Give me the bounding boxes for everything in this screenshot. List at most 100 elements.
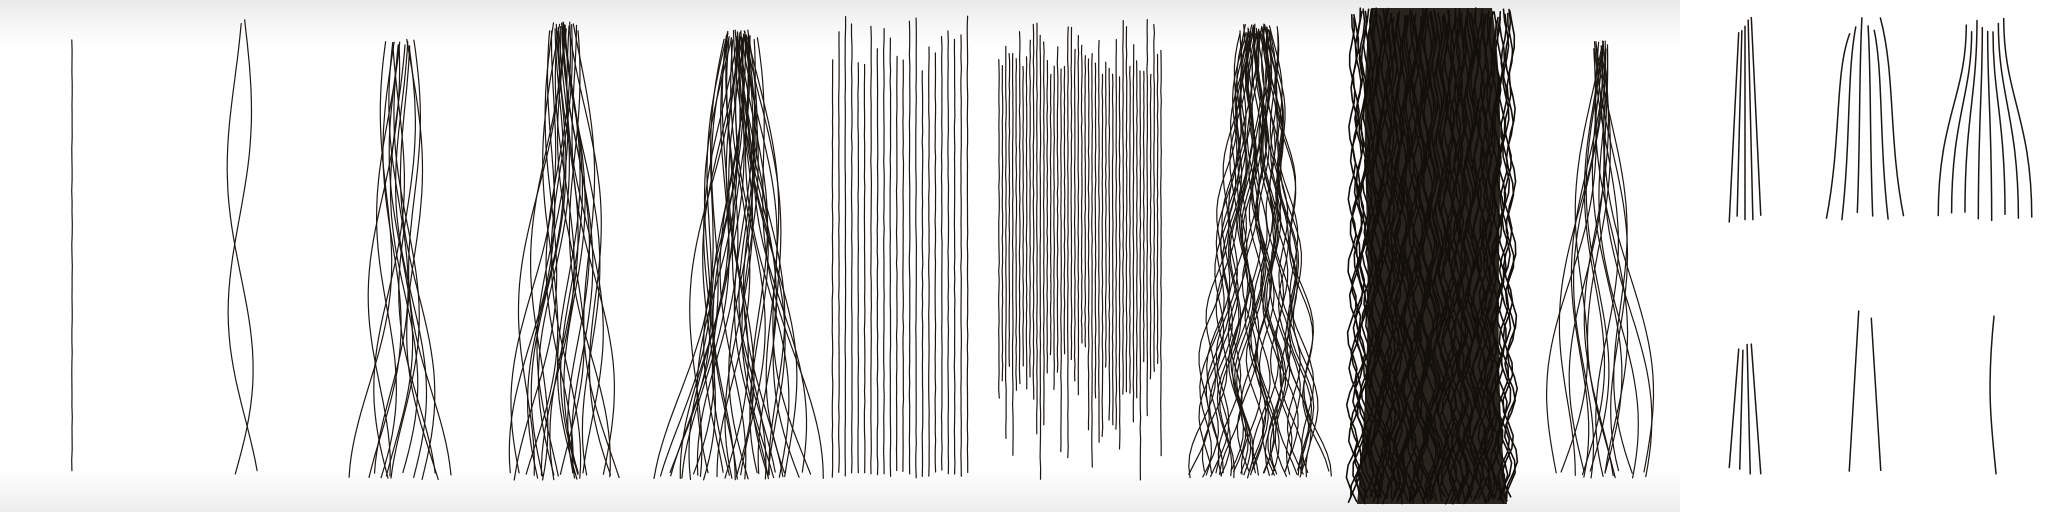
hair-strand <box>915 17 918 479</box>
hair-strand <box>653 38 725 479</box>
hair-strand <box>1135 60 1138 399</box>
hair-strand <box>1032 23 1035 400</box>
hair-strand <box>1153 24 1156 372</box>
thumb-two-strands <box>1820 300 1910 480</box>
hair-strand <box>227 19 258 472</box>
hair-strand <box>756 37 824 479</box>
hair-strand <box>908 20 911 475</box>
thumb-short-straight <box>1700 330 1790 480</box>
hair-strand <box>226 23 254 475</box>
hair-strand <box>857 62 860 474</box>
hair-strand <box>934 52 937 473</box>
hair-strand <box>1008 53 1011 367</box>
single-straight-strand <box>32 0 112 512</box>
hair-strand <box>1129 65 1131 394</box>
hair-strand <box>1867 25 1874 217</box>
hair-strand <box>1977 26 1984 220</box>
hair-strand <box>1879 17 1905 217</box>
hair-strand <box>1122 20 1125 395</box>
hair-strand <box>1084 55 1087 348</box>
hair-strand <box>1739 349 1744 470</box>
hair-strand <box>1118 76 1121 450</box>
hair-strand <box>902 59 905 472</box>
hair-strand <box>1022 65 1025 367</box>
hair-strand <box>1950 30 1973 214</box>
hair-strand <box>953 38 956 475</box>
hair-strand <box>1156 53 1159 364</box>
hair-strand <box>850 23 853 474</box>
hair-strand <box>1125 26 1128 393</box>
hair-strand <box>928 46 930 477</box>
hair-strand <box>1015 58 1018 391</box>
hair-strand <box>863 63 866 474</box>
hair-strand <box>1505 10 1519 500</box>
hair-strand <box>831 59 834 478</box>
hair-strand <box>838 31 840 473</box>
hair-strand <box>1101 73 1104 438</box>
hair-strand <box>71 39 73 472</box>
hair-strand <box>1029 39 1031 378</box>
thumb-one-strand <box>1950 310 2030 480</box>
hair-strand <box>882 28 885 475</box>
hair-strand <box>1989 315 1997 475</box>
hair-strand <box>1111 73 1114 426</box>
hair-strand <box>940 36 943 471</box>
hair-strand <box>1870 317 1882 472</box>
hair-strand <box>889 37 892 477</box>
hair-strand <box>1132 44 1135 423</box>
straight-bundle-long <box>815 0 985 512</box>
thumb-straight-few <box>1700 8 1790 228</box>
hair-strand <box>1039 34 1042 480</box>
thumb-bulged-curves <box>1810 8 1920 228</box>
kinky-bundle <box>1342 0 1522 512</box>
hair-strand <box>1997 22 2020 219</box>
hair-strand <box>1070 26 1073 361</box>
hair-strand <box>1986 30 1993 222</box>
hair-strand <box>1042 41 1045 426</box>
hair-strand <box>1080 44 1083 344</box>
hair-strand <box>1115 39 1118 430</box>
hair-strand <box>1856 17 1863 214</box>
hair-strand <box>1848 310 1860 472</box>
hair-strand <box>1060 68 1062 453</box>
hair-strand <box>1728 348 1740 469</box>
hair-strand <box>947 30 950 475</box>
hair-strand <box>1049 73 1052 356</box>
hair-strand <box>1873 29 1889 220</box>
hair-strand <box>1142 70 1145 363</box>
single-wavy-strand <box>185 0 295 512</box>
hair-strand <box>1077 35 1080 396</box>
hair-strand <box>1149 73 1152 380</box>
hair-strand <box>1108 67 1111 421</box>
thumb-fanned-curves <box>1930 8 2040 228</box>
hair-strand <box>1825 33 1851 219</box>
hair-strand <box>844 16 847 477</box>
hair-strand <box>921 70 924 477</box>
hair-strand <box>960 34 963 477</box>
hair-strand <box>870 25 873 475</box>
hair-strand <box>1018 31 1021 385</box>
hair-strand <box>1750 343 1762 475</box>
hair-strand <box>1104 61 1107 368</box>
hair-strand <box>1011 53 1014 456</box>
wavy-bundle-sparse <box>330 0 470 512</box>
hair-strand <box>998 59 1000 399</box>
hair-strand <box>1001 65 1004 382</box>
wavy-bundle-medium <box>490 0 640 512</box>
hair-strand <box>1066 26 1069 459</box>
hair-strand <box>1094 62 1097 399</box>
hair-strand <box>1098 39 1100 443</box>
hair-strand-figure <box>0 0 1680 512</box>
straight-bundle-short <box>980 0 1180 512</box>
hair-strand <box>1992 31 2006 215</box>
hair-strand <box>1160 49 1162 457</box>
hair-strand <box>1087 58 1090 431</box>
hair-strand <box>1004 45 1007 439</box>
hair-strand <box>1046 60 1049 374</box>
hair-strand <box>876 48 879 476</box>
hair-strand <box>1036 22 1038 435</box>
hair-strand <box>1139 70 1142 481</box>
hair-strand <box>1091 53 1094 468</box>
hair-strand <box>1073 48 1076 382</box>
hair-strand <box>1053 65 1056 390</box>
